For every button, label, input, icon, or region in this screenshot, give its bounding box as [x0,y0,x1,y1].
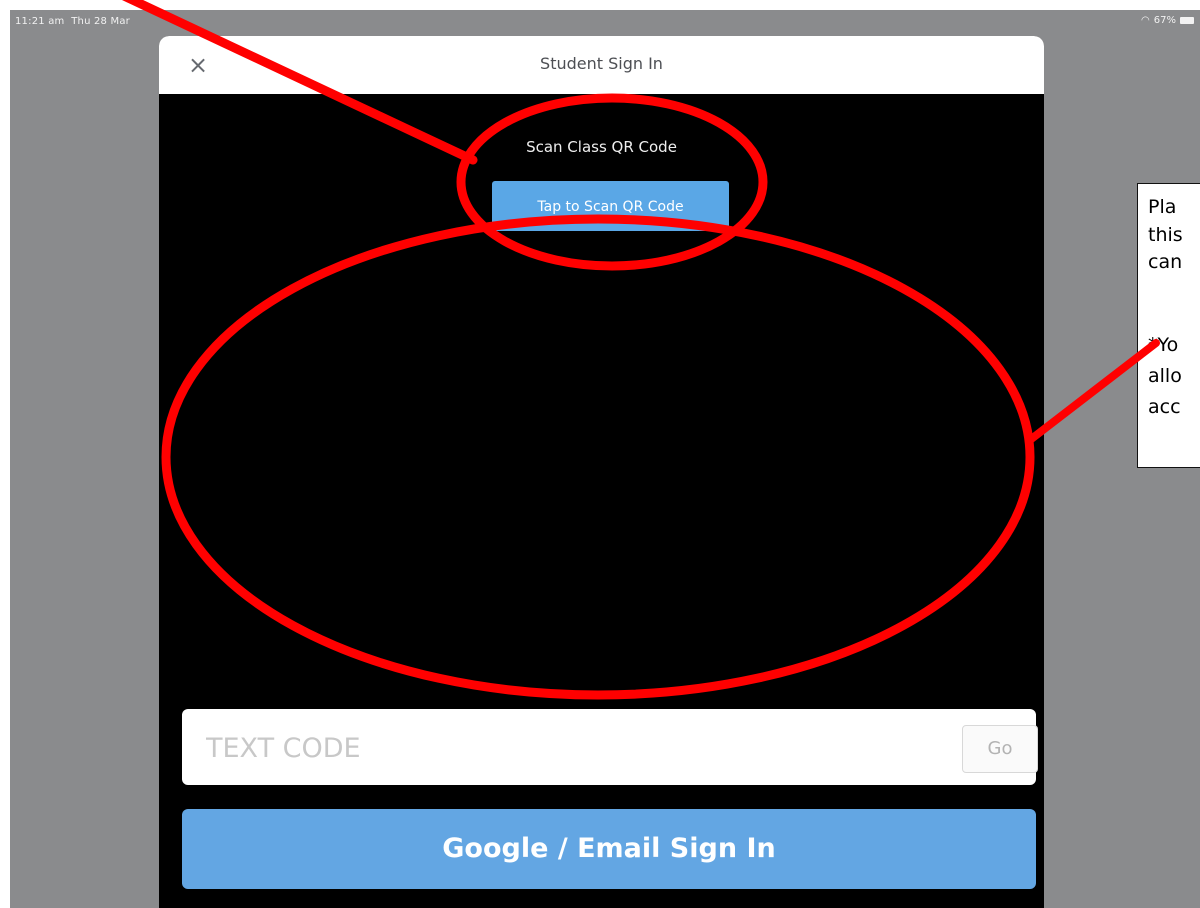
scan-qr-button[interactable]: Tap to Scan QR Code [492,181,729,231]
modal-title: Student Sign In [540,54,663,73]
callout-line-1: Pla [1148,196,1177,218]
status-right: ◠ 67% [1141,15,1194,26]
google-email-signin-button[interactable]: Google / Email Sign In [182,809,1036,889]
callout-line-5: allo [1148,365,1182,387]
status-time: 11:21 am Thu 28 Mar [15,16,130,27]
ipad-screen: 11:21 am Thu 28 Mar ◠ 67% × Student Sign… [10,10,1200,908]
battery-percent: 67% [1153,15,1176,26]
callout-line-2: this [1148,224,1183,246]
battery-icon [1180,17,1194,24]
callout-line-6: acc [1148,396,1181,418]
screenshot-frame: 11:21 am Thu 28 Mar ◠ 67% × Student Sign… [0,0,1200,908]
sign-in-modal: × Student Sign In Scan Class QR Code Tap… [159,36,1044,908]
wifi-icon: ◠ [1141,14,1150,26]
go-button[interactable]: Go [962,725,1038,773]
text-code-input[interactable] [204,719,908,777]
status-bar: 11:21 am Thu 28 Mar ◠ 67% [10,10,1200,34]
text-code-field[interactable]: Go [182,709,1038,785]
callout-line-4: *Yo [1148,334,1179,356]
scan-class-label: Scan Class QR Code [526,138,677,156]
status-date: Thu 28 Mar [71,16,130,27]
modal-header: × Student Sign In [159,36,1044,94]
callout-line-3: can [1148,251,1183,273]
status-clock: 11:21 am [15,16,65,27]
annotation-callout: Pla this can *Yo allo acc [1137,183,1200,468]
